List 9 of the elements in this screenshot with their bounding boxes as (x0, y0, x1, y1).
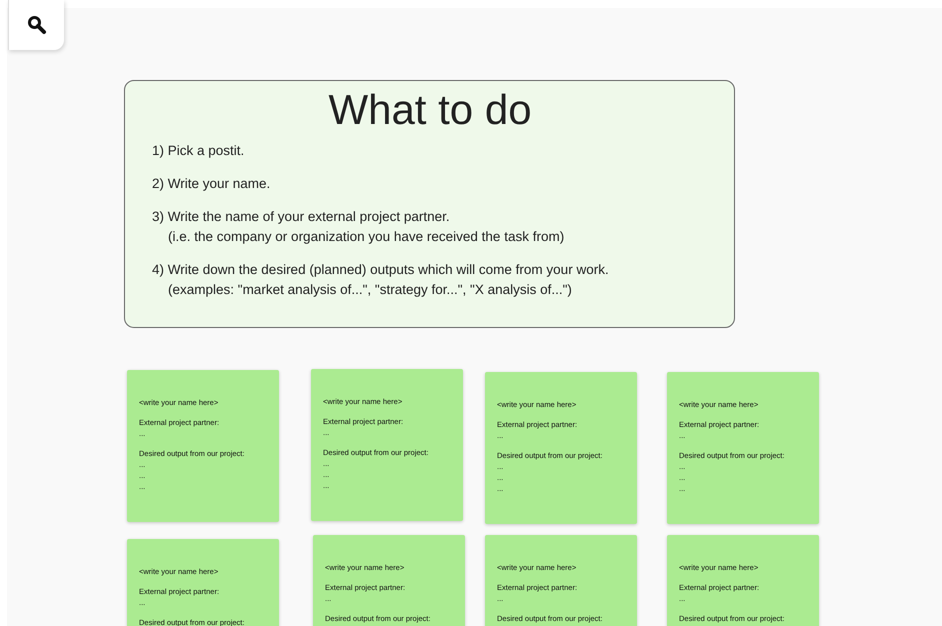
step-text: 4) Write down the desired (planned) outputs which will come from your work. (152, 261, 610, 280)
step-text: 3) Write the name of your external project partner. (152, 208, 451, 226)
step-text: 1) Pick a postit. (152, 142, 246, 160)
search-button[interactable] (8, 0, 64, 50)
step-note: (i.e. the company or organization you have received the task from) (167, 228, 566, 246)
step-text: 2) Write your name. (152, 175, 272, 194)
card-title: What to do (327, 85, 533, 135)
step-note: (examples: "market analysis of...", "strategy for...", "X analysis of...") (167, 281, 573, 300)
search-icon (26, 15, 46, 35)
